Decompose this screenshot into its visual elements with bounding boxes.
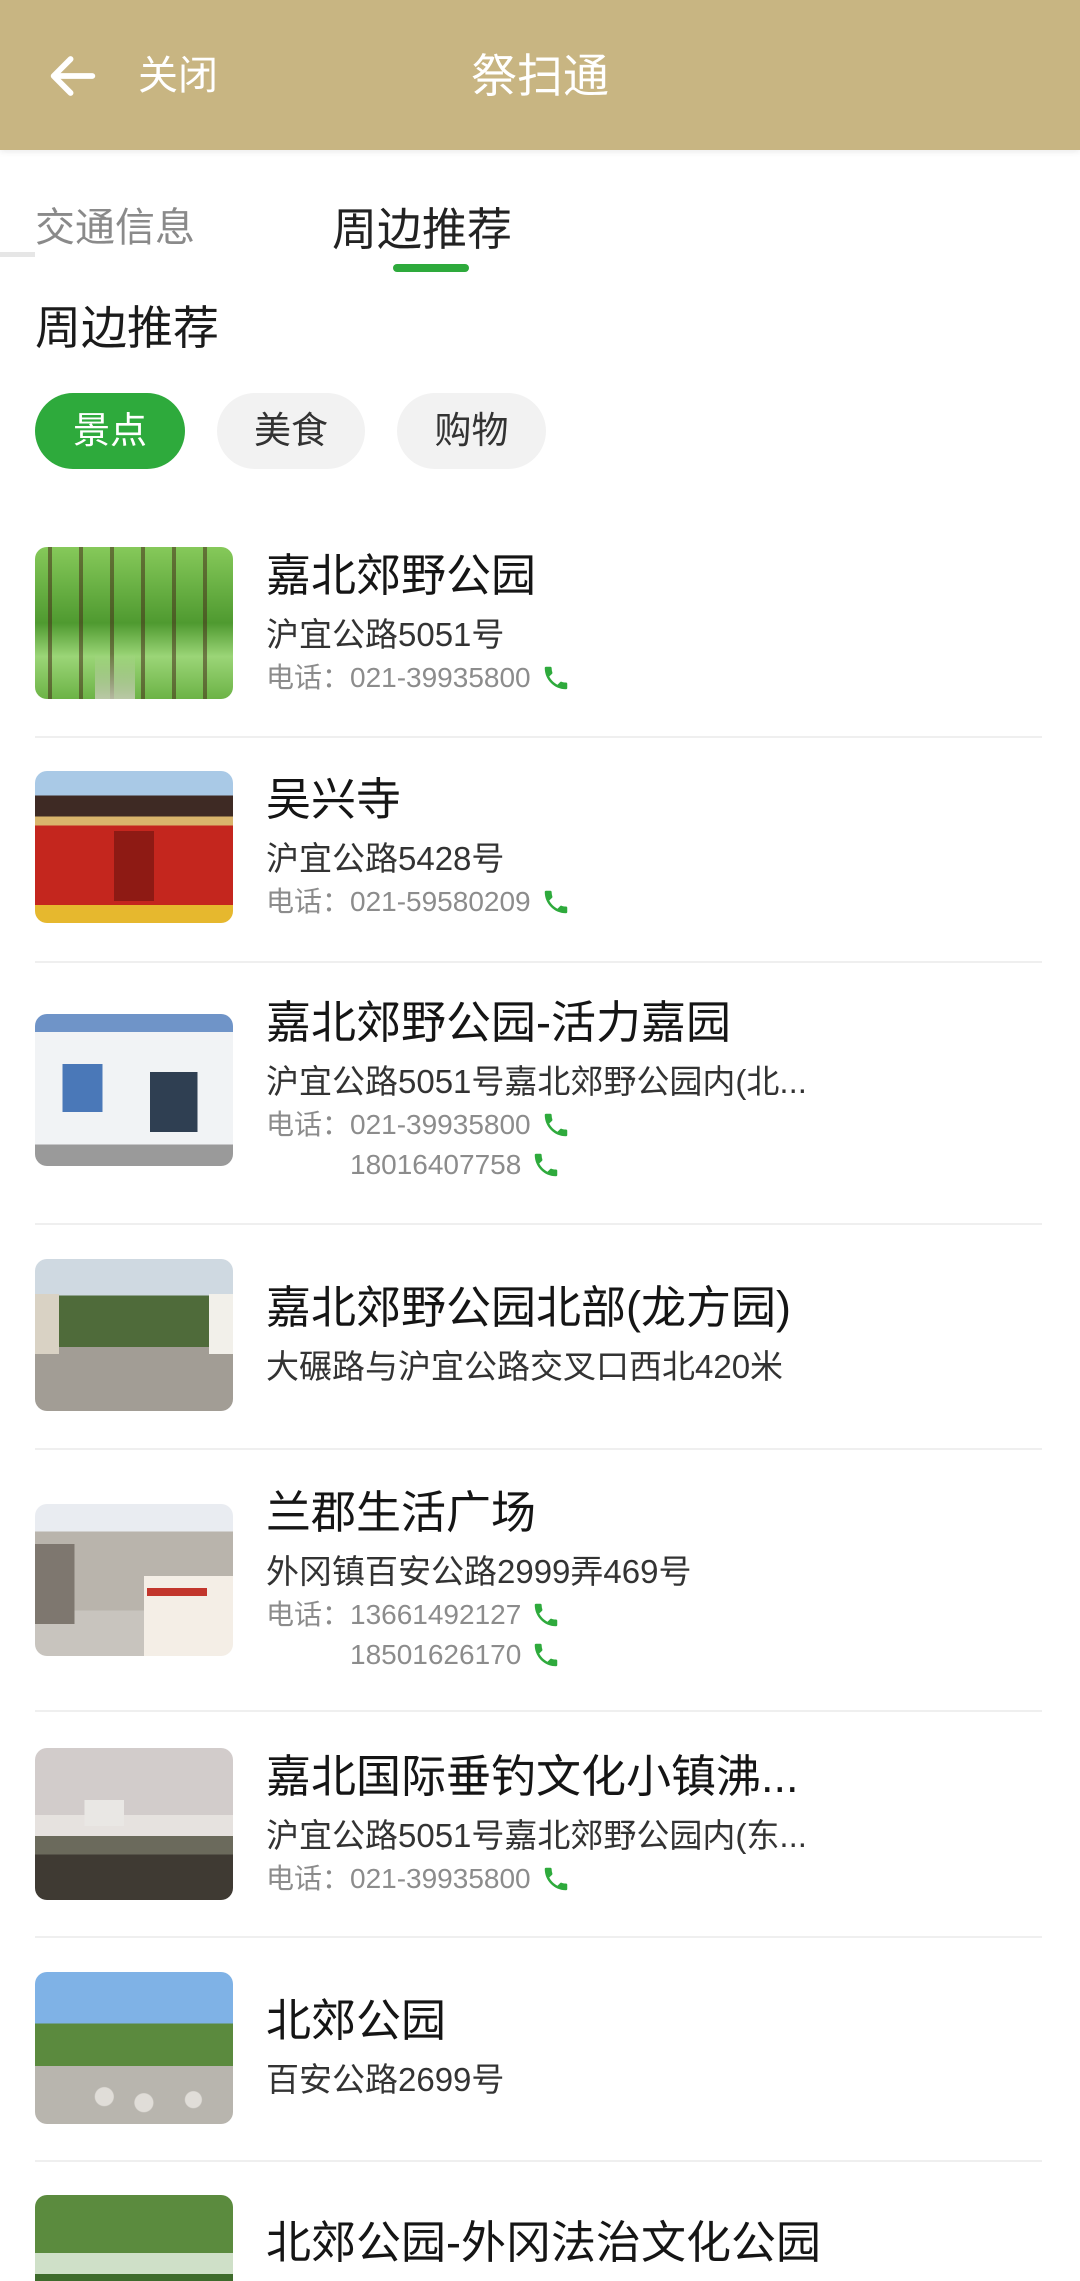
place-address: 沪宜公路5051号嘉北郊野公园内(北...: [266, 1063, 807, 1100]
phone-number: 021-39935800: [350, 1863, 531, 1894]
place-phone-secondary: 18016407758: [266, 1145, 1042, 1185]
place-address: 百安公路2699号: [266, 2061, 505, 2098]
tab-traffic-info[interactable]: 交通信息: [35, 204, 195, 252]
app-root: 关闭 祭扫通 交通信息 周边推荐 周边推荐 景点 美食 购物 嘉北郊野公园 沪宜…: [0, 0, 1080, 2281]
phone-icon[interactable]: [541, 663, 571, 693]
place-list-item[interactable]: 嘉北郊野公园-活力嘉园 沪宜公路5051号嘉北郊野公园内(北... 电话： 02…: [0, 997, 1080, 1180]
phone-label: 电话：: [266, 1599, 351, 1630]
place-list-item[interactable]: 北郊公园-外冈法治文化公园: [0, 2195, 1080, 2281]
list-divider: [35, 2160, 1042, 2162]
place-name: 嘉北郊野公园: [266, 550, 537, 601]
place-info: 吴兴寺 沪宜公路5428号 电话： 021-59580209: [266, 772, 1042, 922]
place-info: 嘉北郊野公园 沪宜公路5051号 电话： 021-39935800: [266, 548, 1042, 698]
chip-shopping[interactable]: 购物: [397, 393, 546, 469]
place-address: 沪宜公路5051号嘉北郊野公园内(东...: [266, 1817, 807, 1854]
place-phone-secondary: 18501626170: [266, 1635, 1042, 1675]
place-phone: 电话： 021-39935800: [266, 1105, 1042, 1145]
list-divider: [35, 961, 1042, 963]
list-divider: [35, 1936, 1042, 1938]
place-name: 嘉北国际垂钓文化小镇沸...: [266, 1751, 799, 1802]
tab-nearby-recommend[interactable]: 周边推荐: [332, 203, 512, 257]
place-list-item[interactable]: 嘉北郊野公园 沪宜公路5051号 电话： 021-39935800: [0, 547, 1080, 699]
place-name: 北郊公园: [266, 1995, 447, 2046]
place-info: 北郊公园 百安公路2699号: [266, 1993, 1042, 2103]
place-list-item[interactable]: 嘉北国际垂钓文化小镇沸... 沪宜公路5051号嘉北郊野公园内(东... 电话：…: [0, 1748, 1080, 1900]
place-name: 兰郡生活广场: [266, 1487, 537, 1538]
chip-scenic-spots[interactable]: 景点: [35, 393, 185, 469]
place-thumbnail: [35, 1748, 233, 1900]
close-button[interactable]: 关闭: [138, 50, 218, 102]
phone-icon[interactable]: [531, 1640, 561, 1670]
section-title: 周边推荐: [35, 302, 219, 354]
place-phone: 电话： 13661492127: [266, 1595, 1042, 1635]
place-list-item[interactable]: 吴兴寺 沪宜公路5428号 电话： 021-59580209: [0, 771, 1080, 923]
top-bar: 关闭 祭扫通: [0, 0, 1080, 150]
place-info: 嘉北郊野公园北部(龙方园) 大碾路与沪宜公路交叉口西北420米: [266, 1280, 1042, 1390]
phone-number: 021-39935800: [350, 1109, 531, 1140]
list-divider: [35, 736, 1042, 738]
tab-edge-indicator: [0, 252, 35, 257]
phone-number: 021-39935800: [350, 662, 531, 693]
place-address: 沪宜公路5428号: [266, 840, 505, 877]
phone-icon[interactable]: [531, 1150, 561, 1180]
phone-number: 18501626170: [350, 1639, 522, 1670]
phone-label: 电话：: [266, 886, 351, 917]
chip-food[interactable]: 美食: [217, 393, 365, 469]
active-tab-indicator: [393, 264, 469, 272]
phone-icon[interactable]: [541, 1864, 571, 1894]
place-address: 外冈镇百安公路2999弄469号: [266, 1553, 692, 1590]
place-info: 嘉北国际垂钓文化小镇沸... 沪宜公路5051号嘉北郊野公园内(东... 电话：…: [266, 1749, 1042, 1899]
place-name: 北郊公园-外冈法治文化公园: [266, 2217, 821, 2268]
phone-label: 电话：: [266, 662, 351, 693]
phone-icon[interactable]: [541, 1110, 571, 1140]
place-list-item[interactable]: 北郊公园 百安公路2699号: [0, 1972, 1080, 2124]
phone-number: 13661492127: [350, 1599, 522, 1630]
place-thumbnail: [35, 1972, 233, 2124]
place-thumbnail: [35, 771, 233, 923]
place-name: 吴兴寺: [266, 774, 402, 825]
phone-icon[interactable]: [531, 1600, 561, 1630]
place-thumbnail: [35, 547, 233, 699]
list-divider: [35, 1223, 1042, 1225]
place-address: 沪宜公路5051号: [266, 616, 505, 653]
place-info: 北郊公园-外冈法治文化公园: [266, 2215, 1042, 2271]
place-info: 嘉北郊野公园-活力嘉园 沪宜公路5051号嘉北郊野公园内(北... 电话： 02…: [266, 995, 1042, 1185]
place-info: 兰郡生活广场 外冈镇百安公路2999弄469号 电话： 13661492127 …: [266, 1485, 1042, 1675]
place-list-item[interactable]: 兰郡生活广场 外冈镇百安公路2999弄469号 电话： 13661492127 …: [0, 1487, 1080, 1670]
arrow-left-icon: [50, 56, 96, 96]
phone-icon[interactable]: [541, 887, 571, 917]
place-thumbnail: [35, 1504, 233, 1656]
place-name: 嘉北郊野公园北部(龙方园): [266, 1282, 791, 1333]
phone-label: 电话：: [266, 1109, 351, 1140]
list-divider: [35, 1710, 1042, 1712]
place-name: 嘉北郊野公园-活力嘉园: [266, 997, 731, 1048]
phone-number: 021-59580209: [350, 886, 531, 917]
place-thumbnail: [35, 2195, 233, 2281]
place-phone: 电话： 021-39935800: [266, 658, 1042, 698]
place-phone: 电话： 021-39935800: [266, 1859, 1042, 1899]
phone-number: 18016407758: [350, 1149, 522, 1180]
page-title: 祭扫通: [471, 50, 609, 102]
phone-label: 电话：: [266, 1863, 351, 1894]
place-list-item[interactable]: 嘉北郊野公园北部(龙方园) 大碾路与沪宜公路交叉口西北420米: [0, 1259, 1080, 1411]
place-thumbnail: [35, 1259, 233, 1411]
place-address: 大碾路与沪宜公路交叉口西北420米: [266, 1348, 784, 1385]
back-button[interactable]: [44, 47, 102, 105]
list-divider: [35, 1448, 1042, 1450]
place-thumbnail: [35, 1014, 233, 1166]
place-phone: 电话： 021-59580209: [266, 882, 1042, 922]
